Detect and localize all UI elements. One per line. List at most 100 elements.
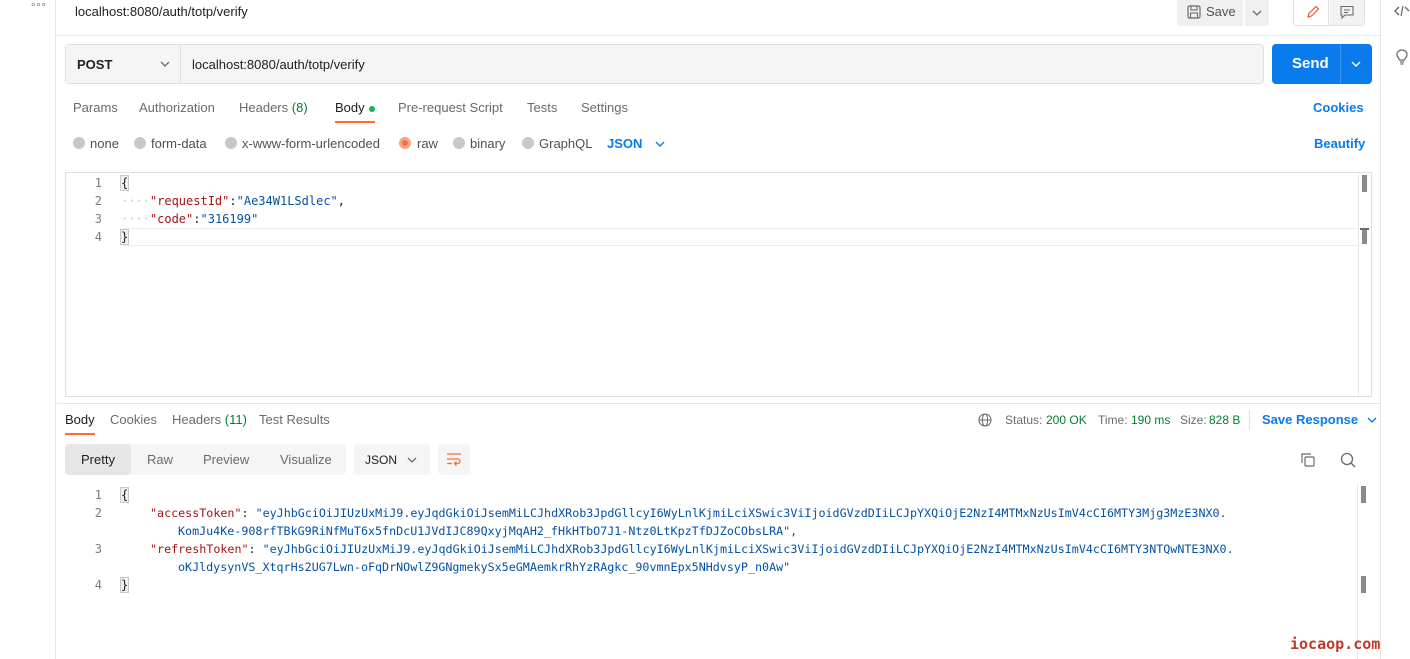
status-value[interactable]: 200 OK	[1046, 413, 1087, 427]
response-ruler-mark	[1361, 576, 1366, 593]
line-number: 4	[94, 578, 102, 592]
code-icon[interactable]	[1393, 3, 1410, 19]
raw-format-select[interactable]: JSON	[607, 136, 666, 151]
globe-icon[interactable]	[977, 412, 993, 431]
cookies-link[interactable]: Cookies	[1313, 100, 1364, 115]
pencil-icon[interactable]	[1295, 0, 1329, 25]
raw-format-label: JSON	[607, 136, 643, 151]
code-line: KomJu4Ke-908rfTBkG9RiNfMuT6x5fnDcU1JVdIJ…	[178, 524, 797, 538]
tab-tests[interactable]: Tests	[527, 100, 557, 115]
indent-guide: ····	[121, 194, 150, 208]
response-scroll-track	[1357, 484, 1358, 659]
size-value[interactable]: 828 B	[1209, 413, 1240, 427]
view-raw[interactable]: Raw	[147, 452, 173, 467]
left-sidebar: ∘∘∘	[0, 0, 56, 659]
chevron-down-icon[interactable]	[1350, 60, 1362, 68]
comment-icon[interactable]	[1330, 0, 1364, 25]
save-options-button[interactable]	[1245, 0, 1269, 26]
status-divider	[1249, 410, 1250, 430]
radio-binary[interactable]	[453, 137, 465, 149]
response-format-select[interactable]: JSON	[354, 444, 430, 475]
view-pretty-label: Pretty	[81, 452, 115, 467]
open-brace: {	[119, 487, 130, 503]
send-button[interactable]: Send	[1272, 44, 1372, 84]
send-divider	[1340, 44, 1341, 84]
code-line: "refreshToken": "eyJhbGciOiJIUzUxMiJ9.ey…	[150, 542, 1234, 556]
tab-settings[interactable]: Settings	[581, 100, 628, 115]
text-cursor	[128, 230, 130, 245]
save-button[interactable]: Save	[1177, 0, 1243, 26]
json-value: "eyJhbGciOiJIUzUxMiJ9.eyJqdGkiOiJsemMiLC…	[262, 542, 1234, 556]
lightbulb-icon[interactable]	[1394, 48, 1410, 66]
radio-none-label: none	[90, 136, 119, 151]
save-response-label: Save Response	[1262, 412, 1359, 427]
json-value: "316199"	[200, 212, 259, 226]
request-title: localhost:8080/auth/totp/verify	[75, 4, 248, 19]
editor-scroll-track	[1358, 173, 1359, 396]
beautify-link[interactable]: Beautify	[1314, 136, 1365, 151]
chevron-down-icon	[1367, 417, 1377, 423]
editor-scrollbar-thumb[interactable]	[1362, 175, 1367, 192]
code-line: ····"code":"316199"	[121, 212, 258, 226]
tab-headers[interactable]: Headers (8)	[239, 100, 308, 115]
radio-raw-label: raw	[417, 136, 438, 151]
edit-doc-toggle	[1293, 0, 1365, 26]
line-number: 3	[94, 542, 102, 556]
code-line: }	[119, 577, 130, 593]
response-tab-headers[interactable]: Headers (11)	[172, 412, 247, 427]
code-line: {	[119, 487, 130, 503]
response-tab-cookies[interactable]: Cookies	[110, 412, 157, 427]
time-label: Time:	[1098, 413, 1128, 427]
tab-params[interactable]: Params	[73, 100, 118, 115]
response-format-label: JSON	[365, 453, 398, 467]
radio-form-data[interactable]	[134, 137, 146, 149]
copy-icon[interactable]	[1299, 451, 1317, 472]
save-label: Save	[1206, 4, 1236, 19]
json-key: "refreshToken"	[150, 542, 249, 556]
radio-urlencoded[interactable]	[225, 137, 237, 149]
chevron-down-icon	[655, 141, 665, 147]
json-key: "accessToken"	[150, 506, 242, 520]
view-preview[interactable]: Preview	[203, 452, 249, 467]
line-number: 2	[94, 194, 102, 208]
wrap-lines-button[interactable]	[438, 444, 470, 475]
more-icon[interactable]: ∘∘∘	[30, 0, 47, 11]
radio-graphql-label: GraphQL	[539, 136, 593, 151]
close-brace: }	[119, 229, 130, 245]
tab-authorization[interactable]: Authorization	[139, 100, 215, 115]
search-icon[interactable]	[1339, 451, 1357, 472]
save-response-button[interactable]: Save Response	[1262, 412, 1378, 427]
close-brace: }	[119, 577, 130, 593]
url-input[interactable]: localhost:8080/auth/totp/verify	[192, 57, 365, 72]
code-line: oKJldysynVS_XtqrHs2UG7Lwn-oFqDrNOwlZ9GNg…	[178, 560, 790, 574]
pane-divider[interactable]	[57, 403, 1380, 404]
response-tab-body[interactable]: Body	[65, 412, 95, 427]
response-headers-count: (11)	[224, 412, 247, 427]
code-line: {	[119, 175, 130, 191]
radio-none[interactable]	[73, 137, 85, 149]
active-line-highlight	[122, 228, 1358, 246]
tab-pre-request-script[interactable]: Pre-request Script	[398, 100, 503, 115]
chevron-down-icon	[1252, 10, 1262, 16]
send-label: Send	[1292, 55, 1329, 72]
method-select[interactable]: POST	[66, 45, 181, 83]
json-value-continued: oKJldysynVS_XtqrHs2UG7Lwn-oFqDrNOwlZ9GNg…	[178, 560, 791, 574]
tab-underline	[335, 121, 375, 123]
json-colon: :	[248, 542, 263, 556]
response-tab-underline	[65, 433, 95, 435]
code-line: }	[119, 229, 130, 245]
radio-raw[interactable]	[399, 137, 411, 149]
open-brace: {	[119, 175, 130, 191]
tab-headers-label: Headers	[239, 100, 289, 115]
view-pretty[interactable]: Pretty	[65, 444, 131, 475]
radio-graphql[interactable]	[522, 137, 534, 149]
tab-body[interactable]: Body	[335, 100, 375, 115]
view-visualize[interactable]: Visualize	[280, 452, 332, 467]
line-number: 1	[94, 176, 102, 190]
json-key: "requestId"	[149, 194, 230, 208]
right-sidebar	[1380, 0, 1410, 659]
json-colon: :	[229, 194, 237, 208]
response-scrollbar-thumb[interactable]	[1361, 486, 1366, 503]
response-tab-test-results[interactable]: Test Results	[259, 412, 330, 427]
time-value[interactable]: 190 ms	[1131, 413, 1170, 427]
